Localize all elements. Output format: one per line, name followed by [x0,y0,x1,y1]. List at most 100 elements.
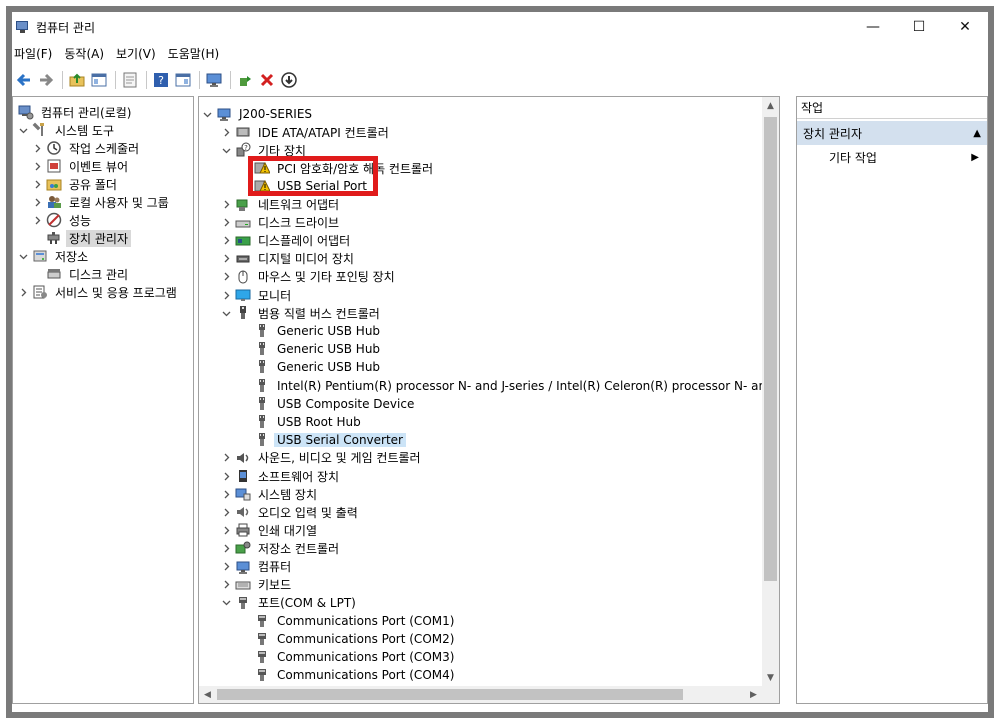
device-tree-item[interactable]: Generic USB Hub [239,358,383,376]
console-tree-item[interactable]: 저장소 [17,247,91,265]
console-tree-item[interactable]: 공유 폴더 [31,175,120,193]
device-tree-item[interactable]: 범용 직렬 버스 컨트롤러 [220,304,383,322]
device-tree-item[interactable]: 디스플레이 어댑터 [220,232,353,250]
disable-device-button[interactable] [279,70,299,90]
back-button[interactable] [14,70,34,90]
device-tree-item[interactable]: PCI 암호화/암호 해독 컨트롤러 [239,159,436,177]
expand-chevron-right-icon[interactable] [31,193,43,211]
device-tree-item[interactable]: Communications Port (COM4) [239,666,457,684]
expand-chevron-right-icon[interactable] [220,214,232,232]
device-tree-item[interactable]: 포트(COM & LPT) [220,594,359,612]
horizontal-scroll-thumb[interactable] [217,689,683,700]
scroll-up-arrow-icon[interactable]: ▲ [762,97,779,114]
device-tree-item[interactable]: 네트워크 어댑터 [220,196,342,214]
show-hide-tree-button[interactable] [89,70,109,90]
maximize-button[interactable]: ☐ [896,12,942,42]
device-tree-item[interactable]: 소프트웨어 장치 [220,467,342,485]
expand-chevron-right-icon[interactable] [17,283,29,301]
expand-chevron-down-icon[interactable] [201,105,213,123]
collapse-up-icon[interactable]: ▲ [973,128,981,139]
expand-chevron-right-icon[interactable] [220,286,232,304]
expand-chevron-down-icon[interactable] [220,304,232,322]
console-tree-item[interactable]: 로컬 사용자 및 그룹 [31,193,172,211]
vertical-scrollbar[interactable]: ▲ ▼ [762,97,779,686]
device-tree-item[interactable]: 컴퓨터 [220,558,294,576]
scroll-down-arrow-icon[interactable]: ▼ [762,669,779,686]
horizontal-scrollbar[interactable]: ◀ ▶ [199,686,762,703]
expand-chevron-right-icon[interactable] [220,503,232,521]
expand-chevron-right-icon[interactable] [220,232,232,250]
console-tree-item[interactable]: 컴퓨터 관리(로컬) [13,103,134,121]
device-tree-item[interactable]: USB Serial Port [239,177,370,195]
device-tree-item[interactable]: Intel(R) Pentium(R) processor N- and J-s… [239,377,762,395]
close-button[interactable]: ✕ [942,12,988,42]
device-tree-item[interactable]: Generic USB Hub [239,340,383,358]
expand-chevron-right-icon[interactable] [31,157,43,175]
action-pane-button[interactable] [173,70,193,90]
console-tree-label: 시스템 도구 [55,123,115,138]
expand-chevron-right-icon[interactable] [220,558,232,576]
console-tree-item[interactable]: 시스템 도구 [17,121,117,139]
console-tree-item[interactable]: 서비스 및 응용 프로그램 [17,283,180,301]
menu-help[interactable]: 도움말(H) [162,45,226,62]
device-tree-item[interactable]: J200-SERIES [201,105,315,123]
expand-chevron-right-icon[interactable] [220,485,232,503]
device-tree-item[interactable]: 인쇄 대기열 [220,521,320,539]
forward-button[interactable] [36,70,56,90]
device-tree-item[interactable]: USB Root Hub [239,413,364,431]
console-tree-item[interactable]: 이벤트 뷰어 [31,157,131,175]
console-tree-item[interactable]: 장치 관리자 [31,229,132,247]
device-tree-item[interactable]: USB Composite Device [239,395,417,413]
scroll-left-arrow-icon[interactable]: ◀ [199,686,216,703]
device-tree-item[interactable]: 디지털 미디어 장치 [220,250,357,268]
expand-chevron-right-icon[interactable] [31,211,43,229]
expand-chevron-down-icon[interactable] [17,121,29,139]
device-tree-item[interactable]: 시스템 장치 [220,485,320,503]
expand-chevron-right-icon[interactable] [31,139,43,157]
device-tree-item[interactable]: USB Serial Converter [239,431,406,449]
vertical-scroll-thumb[interactable] [764,117,777,581]
console-tree-item[interactable]: 성능 [31,211,94,229]
device-tree-item[interactable]: Communications Port (COM2) [239,630,457,648]
properties-button[interactable] [120,70,140,90]
up-level-button[interactable] [67,70,87,90]
help-button[interactable]: ? [151,70,171,90]
expand-chevron-right-icon[interactable] [220,123,232,141]
device-tree-item[interactable]: ? 기타 장치 [220,141,309,159]
menu-action[interactable]: 동작(A) [58,45,110,62]
console-tree-item[interactable]: 디스크 관리 [31,265,131,283]
device-tree-item[interactable]: 모니터 [220,286,294,304]
menu-file[interactable]: 파일(F) [12,45,58,62]
action-more-actions[interactable]: 기타 작업 ▶ [797,145,987,169]
expand-chevron-right-icon[interactable] [220,449,232,467]
device-tree-item[interactable]: 키보드 [220,576,294,594]
expand-chevron-right-icon[interactable] [220,268,232,286]
actions-section-device-manager[interactable]: 장치 관리자 ▲ [797,121,987,145]
scan-hardware-button[interactable] [204,70,224,90]
expand-chevron-right-icon[interactable] [220,467,232,485]
expand-chevron-right-icon[interactable] [220,250,232,268]
console-tree-item[interactable]: 작업 스케줄러 [31,139,142,157]
scroll-right-arrow-icon[interactable]: ▶ [745,686,762,703]
device-tree-item[interactable]: 사운드, 비디오 및 게임 컨트롤러 [220,449,424,467]
device-tree-item[interactable]: 오디오 입력 및 출력 [220,503,361,521]
expand-chevron-right-icon[interactable] [220,539,232,557]
expand-chevron-right-icon[interactable] [220,521,232,539]
device-tree-item[interactable]: Communications Port (COM3) [239,648,457,666]
expand-chevron-down-icon[interactable] [220,594,232,612]
minimize-button[interactable]: — [850,12,896,42]
expand-chevron-down-icon[interactable] [220,141,232,159]
expand-chevron-right-icon[interactable] [31,175,43,193]
device-tree-item[interactable]: 마우스 및 기타 포인팅 장치 [220,268,398,286]
device-tree-item[interactable]: IDE ATA/ATAPI 컨트롤러 [220,123,392,141]
expand-chevron-down-icon[interactable] [17,247,29,265]
uninstall-button[interactable] [257,70,277,90]
update-driver-button[interactable] [235,70,255,90]
device-tree-item[interactable]: Communications Port (COM1) [239,612,457,630]
menu-view[interactable]: 보기(V) [110,45,162,62]
expand-chevron-right-icon[interactable] [220,576,232,594]
device-tree-item[interactable]: Generic USB Hub [239,322,383,340]
device-tree-item[interactable]: 디스크 드라이브 [220,214,342,232]
expand-chevron-right-icon[interactable] [220,196,232,214]
device-tree-item[interactable]: 저장소 컨트롤러 [220,539,342,557]
